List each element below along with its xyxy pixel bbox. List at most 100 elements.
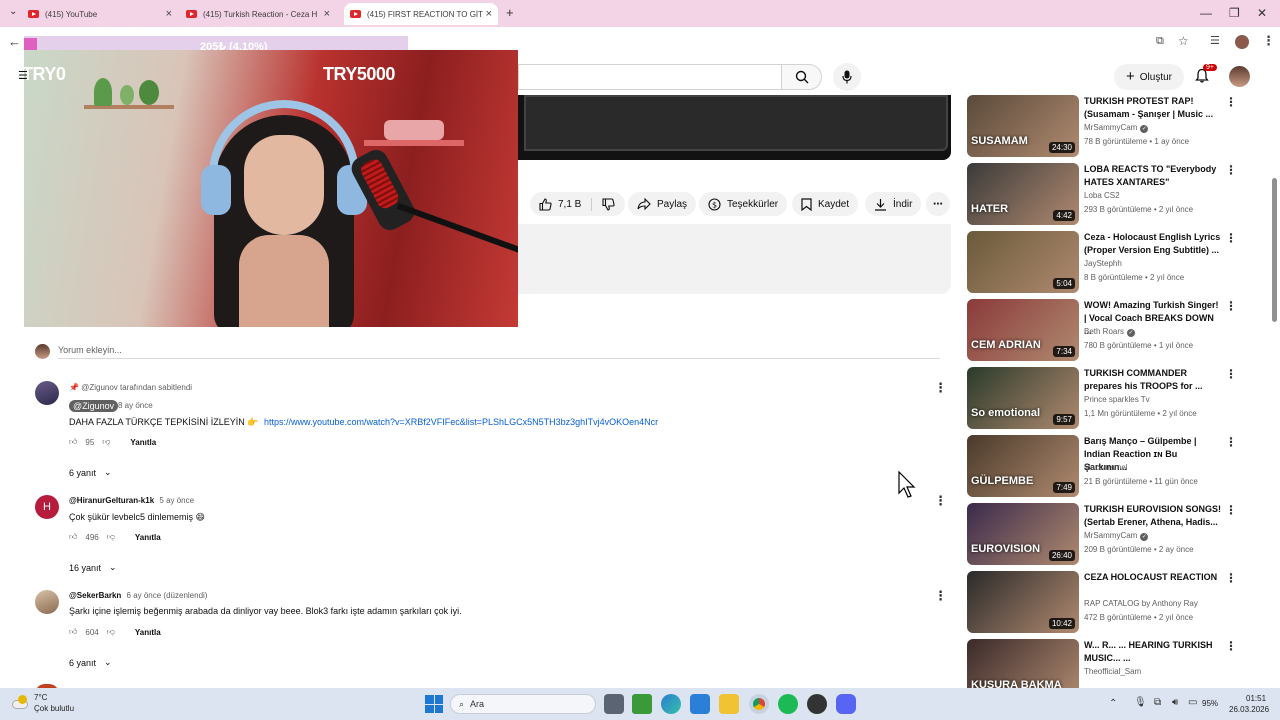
- related-video-item[interactable]: CEM ADRIAN 7:34 WOW! Amazing Turkish Singe…: [967, 299, 1267, 361]
- like-button[interactable]: 7,1 B: [539, 197, 593, 211]
- clock-date[interactable]: 26.03.2026: [1229, 705, 1269, 714]
- video-thumbnail[interactable]: 5:04: [967, 231, 1079, 293]
- comment-menu-icon[interactable]: ⋮: [934, 380, 947, 396]
- edge-icon[interactable]: [661, 694, 681, 714]
- maximize-icon[interactable]: ❐: [1229, 6, 1240, 20]
- channel-name[interactable]: Maccaramel: [1084, 463, 1128, 472]
- install-app-icon[interactable]: ⧉: [1156, 35, 1164, 48]
- video-title[interactable]: CEZA HOLOCAUST REACTION: [1084, 571, 1222, 584]
- close-window-icon[interactable]: ✕: [1257, 6, 1267, 20]
- task-view-icon[interactable]: [604, 694, 624, 714]
- steam-icon[interactable]: [807, 694, 827, 714]
- video-menu-icon[interactable]: ⋮: [1225, 231, 1237, 245]
- video-title[interactable]: TURKISH COMMANDER prepares his TROOPS fo…: [1084, 367, 1222, 393]
- guide-menu-icon[interactable]: ☰: [18, 69, 28, 82]
- profile-avatar[interactable]: [1235, 35, 1249, 49]
- channel-name[interactable]: Theofficial_Sam: [1084, 667, 1141, 676]
- video-thumbnail[interactable]: CEM ADRIAN 7:34: [967, 299, 1079, 361]
- channel-name[interactable]: Loba CS2: [1084, 191, 1120, 200]
- browser-menu-icon[interactable]: ⋮: [1262, 33, 1275, 49]
- like-comment-icon[interactable]: 👍︎: [69, 437, 77, 447]
- channel-name[interactable]: Prince sparkles Tv: [1084, 395, 1150, 404]
- page-scrollbar[interactable]: [1272, 178, 1277, 322]
- minimize-icon[interactable]: —: [1200, 6, 1212, 20]
- weather-temp[interactable]: 7°C: [34, 693, 47, 702]
- dislike-comment-icon[interactable]: 👎︎: [102, 437, 110, 447]
- add-comment-input[interactable]: Yorum ekleyin...: [58, 345, 122, 355]
- video-menu-icon[interactable]: ⋮: [1225, 571, 1237, 585]
- tab-turkish-reaction[interactable]: (415) Turkish Reaction - Ceza H ×: [186, 3, 336, 25]
- thanks-button[interactable]: $ Teşekkürler: [699, 192, 788, 216]
- comment-time[interactable]: 6 ay önce (düzenlendi): [127, 591, 208, 600]
- description-box[interactable]: [518, 224, 951, 294]
- discord-icon[interactable]: [836, 694, 856, 714]
- video-thumbnail[interactable]: So emotional 9:57: [967, 367, 1079, 429]
- video-thumbnail[interactable]: HATER 4:42: [967, 163, 1079, 225]
- chrome-icon[interactable]: [749, 694, 769, 714]
- comment-menu-icon[interactable]: ⋮: [934, 588, 947, 604]
- video-thumbnail[interactable]: 10:42: [967, 571, 1079, 633]
- weather-desc[interactable]: Çok bulutlu: [34, 704, 74, 713]
- store-icon[interactable]: [690, 694, 710, 714]
- close-icon[interactable]: ×: [324, 8, 330, 20]
- video-thumbnail[interactable]: EUROVISION 26:40: [967, 503, 1079, 565]
- video-menu-icon[interactable]: ⋮: [1225, 299, 1237, 313]
- search-input[interactable]: [518, 64, 781, 90]
- video-thumbnail[interactable]: SUSAMAM 24:30: [967, 95, 1079, 157]
- clock-time[interactable]: 01:51: [1246, 694, 1266, 703]
- related-video-item[interactable]: GÜLPEMBE 7:49 Barış Manço – Gülpembe | Ind…: [967, 435, 1267, 497]
- video-title[interactable]: LOBA REACTS TO "Everybody HATES XANTARES…: [1084, 163, 1222, 189]
- dislike-comment-icon[interactable]: 👎︎: [107, 532, 115, 542]
- tab-search-icon[interactable]: ☰: [1210, 34, 1220, 47]
- related-video-item[interactable]: 10:42 CEZA HOLOCAUST REACTION RAP CATALOG …: [967, 571, 1267, 633]
- like-comment-icon[interactable]: 👍︎: [69, 627, 77, 637]
- video-menu-icon[interactable]: ⋮: [1225, 367, 1237, 381]
- file-explorer-icon[interactable]: [719, 694, 739, 714]
- account-avatar[interactable]: [1229, 66, 1250, 87]
- comment-author[interactable]: @SekerBarkn: [69, 591, 121, 600]
- video-thumbnail[interactable]: GÜLPEMBE 7:49: [967, 435, 1079, 497]
- more-actions-button[interactable]: ⋯: [926, 192, 950, 216]
- bookmark-star-icon[interactable]: ☆: [1178, 34, 1189, 48]
- close-icon[interactable]: ×: [486, 8, 492, 20]
- close-icon[interactable]: ×: [166, 8, 172, 20]
- windows-start-icon[interactable]: [425, 695, 443, 713]
- create-button[interactable]: + Oluştur: [1114, 64, 1184, 90]
- comment-author-badge[interactable]: @Zigunov: [69, 400, 119, 412]
- battery-icon[interactable]: ▭: [1188, 697, 1197, 708]
- channel-name[interactable]: MrSammyCam ✓: [1084, 123, 1149, 133]
- weather-icon[interactable]: [10, 694, 30, 712]
- spotify-icon[interactable]: [778, 694, 798, 714]
- replies-toggle[interactable]: 6 yanıt ⌄: [69, 657, 112, 668]
- save-button[interactable]: Kaydet: [792, 192, 859, 216]
- replies-toggle[interactable]: 6 yanıt ⌄: [69, 467, 112, 478]
- tab-search-chevron-icon[interactable]: ⌄: [9, 6, 17, 17]
- video-menu-icon[interactable]: ⋮: [1225, 163, 1237, 177]
- comment-avatar[interactable]: H: [35, 495, 59, 519]
- video-menu-icon[interactable]: ⋮: [1225, 95, 1237, 109]
- download-button[interactable]: İndir: [865, 192, 922, 216]
- video-title[interactable]: TURKISH PROTEST RAP! (Susamam - Şanışer …: [1084, 95, 1222, 121]
- comment-link[interactable]: https://www.youtube.com/watch?v=XRBf2VFI…: [264, 417, 658, 427]
- notifications-button[interactable]: 9+: [1194, 64, 1217, 89]
- dislike-comment-icon[interactable]: 👎︎: [107, 627, 115, 637]
- network-icon[interactable]: ⧉: [1154, 697, 1161, 708]
- channel-name[interactable]: JayStephh: [1084, 259, 1122, 268]
- comment-author[interactable]: @HiranurGelturan-k1k: [69, 496, 154, 505]
- back-arrow-icon[interactable]: ←: [8, 34, 21, 49]
- like-comment-icon[interactable]: 👍︎: [69, 532, 77, 542]
- reply-button[interactable]: Yanıtla: [135, 628, 161, 637]
- video-menu-icon[interactable]: ⋮: [1225, 503, 1237, 517]
- pinned-app-icon[interactable]: [632, 694, 652, 714]
- related-video-item[interactable]: EUROVISION 26:40 TURKISH EUROVISION SONGS!…: [967, 503, 1267, 565]
- taskbar-search-box[interactable]: ⌕ Ara: [450, 694, 596, 714]
- related-video-item[interactable]: SUSAMAM 24:30 TURKISH PROTEST RAP! (Susama…: [967, 95, 1267, 157]
- video-title[interactable]: W... R... ... HEARING TURKISH MUSIC... .…: [1084, 639, 1222, 665]
- channel-name[interactable]: RAP CATALOG by Anthony Ray: [1084, 599, 1198, 608]
- comment-time[interactable]: 5 ay önce: [159, 496, 194, 505]
- related-video-item[interactable]: 5:04 Ceza - Holocaust English Lyrics (Pro…: [967, 231, 1267, 293]
- video-menu-icon[interactable]: ⋮: [1225, 435, 1237, 449]
- search-button[interactable]: [781, 64, 822, 90]
- tab-youtube[interactable]: (415) YouTube ×: [28, 3, 178, 25]
- battery-percent[interactable]: 95%: [1202, 699, 1218, 708]
